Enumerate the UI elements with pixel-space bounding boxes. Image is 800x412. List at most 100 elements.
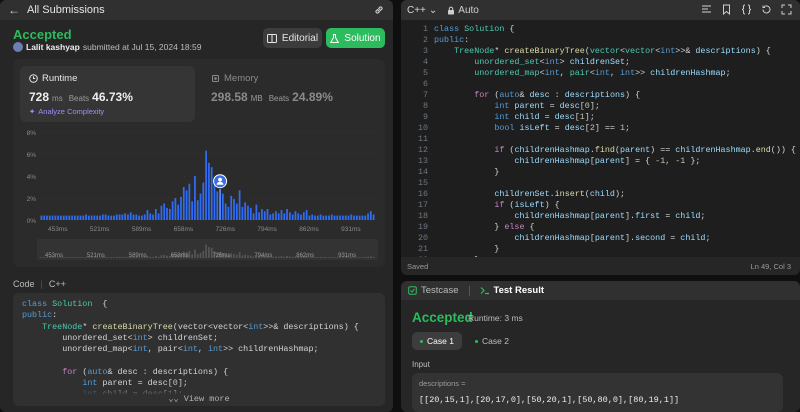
line-number: 17 bbox=[417, 200, 428, 210]
brush-bar bbox=[328, 257, 330, 258]
x-tick-label: 726ms bbox=[216, 226, 236, 233]
brush-bar bbox=[154, 255, 157, 258]
histogram-bar bbox=[311, 214, 314, 220]
histogram-bar bbox=[152, 214, 154, 220]
histogram-bar bbox=[143, 214, 146, 220]
brush-bar bbox=[241, 255, 244, 258]
brush-bar bbox=[82, 257, 85, 258]
histogram-bar bbox=[305, 210, 308, 220]
line-number: 10 bbox=[417, 123, 428, 133]
brush-bar bbox=[202, 250, 205, 258]
x-tick-label: 658ms bbox=[174, 226, 194, 233]
brush-bar bbox=[157, 256, 160, 258]
case-2-tab[interactable]: Case 2 bbox=[467, 332, 517, 350]
brush-bar bbox=[247, 255, 249, 258]
case-1-tab[interactable]: Case 1 bbox=[412, 332, 462, 350]
back-arrow-icon[interactable]: ← bbox=[8, 3, 20, 17]
code-line: } else { bbox=[434, 222, 535, 232]
author-name[interactable]: Lalit kashyap bbox=[26, 42, 80, 52]
histogram-bar bbox=[177, 204, 180, 220]
histogram-bar bbox=[233, 199, 235, 220]
line-number: 3 bbox=[422, 46, 428, 56]
histogram-bar bbox=[294, 211, 297, 220]
editorial-button[interactable]: Editorial bbox=[263, 28, 322, 48]
test-panel: Testcase Test Result Accepted Runtime: 3… bbox=[401, 281, 800, 412]
brush-bar bbox=[110, 257, 113, 258]
brush-bar bbox=[291, 256, 294, 258]
histogram-bar bbox=[199, 193, 202, 220]
histogram-bar bbox=[62, 215, 65, 220]
reset-icon[interactable] bbox=[761, 4, 772, 15]
all-submissions-link[interactable]: All Submissions bbox=[27, 4, 105, 16]
histogram-bar bbox=[280, 210, 283, 220]
histogram-bar bbox=[113, 215, 115, 220]
histogram-bar bbox=[288, 212, 291, 220]
histogram-bar bbox=[99, 215, 101, 220]
code-tab[interactable]: Code bbox=[13, 279, 35, 289]
avatar[interactable] bbox=[13, 42, 23, 52]
view-more-label: View more bbox=[183, 394, 230, 404]
submission-author-line: Lalit kashyap submitted at Jul 15, 2024 … bbox=[13, 42, 201, 52]
code-line: public: bbox=[434, 35, 470, 45]
brush-bar bbox=[361, 257, 364, 258]
y-tick-label: 0% bbox=[27, 218, 37, 225]
tab-test-result[interactable]: Test Result bbox=[480, 285, 544, 296]
brush-bar bbox=[316, 257, 319, 258]
test-panel-tabs: Testcase Test Result bbox=[401, 281, 800, 300]
brush-bar bbox=[280, 256, 283, 258]
runtime-unit: ms bbox=[52, 94, 63, 103]
histogram-bar bbox=[283, 213, 286, 220]
brush-bar bbox=[107, 257, 110, 258]
analyze-complexity-link[interactable]: ✦ Analyze Complexity bbox=[29, 107, 104, 116]
input-variable-name: descriptions = bbox=[419, 379, 466, 388]
histogram-bar bbox=[196, 200, 199, 220]
brush-bar bbox=[314, 257, 316, 258]
runtime-distribution-chart[interactable]: 8% 6% 4% 2% 0% 453ms 521ms 589ms 658ms 726ms 794ms… bbox=[20, 128, 380, 262]
language-select[interactable]: C++ ⌄ bbox=[407, 5, 437, 16]
brush-bar bbox=[124, 256, 127, 258]
language-tab[interactable]: C++ bbox=[49, 279, 66, 289]
memory-label[interactable]: Memory bbox=[211, 73, 258, 84]
solution-button[interactable]: Solution bbox=[326, 28, 385, 48]
code-line: bool isLeft = desc[2] == 1; bbox=[494, 123, 631, 133]
y-tick-label: 6% bbox=[27, 152, 37, 159]
code-line: TreeNode* createBinaryTree(vector<vector… bbox=[454, 46, 771, 56]
code-line: if (isLeft) { bbox=[494, 200, 560, 210]
chip-icon bbox=[212, 75, 219, 82]
code-line: childrenHashmap[parent] = { -1, -1 }; bbox=[514, 156, 701, 166]
histogram-bar bbox=[367, 213, 369, 220]
histogram-bar bbox=[358, 215, 361, 220]
tab-testcase[interactable]: Testcase bbox=[408, 285, 459, 296]
format-code-icon[interactable] bbox=[701, 4, 712, 15]
brush-bar bbox=[244, 254, 247, 258]
brush-bar bbox=[146, 256, 149, 258]
fullscreen-icon[interactable] bbox=[781, 4, 792, 15]
line-number: 21 bbox=[417, 244, 428, 254]
auto-mode-toggle[interactable]: Auto bbox=[447, 5, 479, 16]
view-more-button[interactable]: ⌄⌄ View more bbox=[13, 388, 385, 406]
y-tick-label: 4% bbox=[27, 174, 37, 181]
code-line: childrenHashmap[parent].first = child; bbox=[514, 211, 706, 221]
submission-status: Accepted bbox=[13, 27, 72, 42]
saved-status: Saved bbox=[407, 262, 429, 271]
code-line: childrenSet.insert(child); bbox=[494, 189, 626, 199]
editor-toolbar-icons bbox=[701, 4, 792, 15]
code-editor: C++ ⌄ Auto 1 class Solution {2 public: 3 Tr… bbox=[401, 0, 800, 275]
brush-bar bbox=[322, 257, 325, 258]
histogram-bar bbox=[216, 191, 219, 220]
brush-bar bbox=[205, 244, 207, 258]
histogram-bar bbox=[149, 213, 152, 220]
bookmark-icon[interactable] bbox=[721, 4, 732, 15]
brush-bar bbox=[286, 255, 288, 258]
brush-bar bbox=[65, 257, 68, 258]
editor-status-bar: Saved Ln 49, Col 3 bbox=[401, 257, 800, 275]
histogram-bar bbox=[129, 212, 132, 220]
histogram-bar bbox=[43, 215, 46, 220]
braces-icon[interactable] bbox=[741, 4, 752, 15]
brush-bar bbox=[115, 256, 118, 258]
histogram-bar bbox=[90, 215, 93, 220]
x-tick-label: 862ms bbox=[299, 226, 319, 233]
submission-header: ← All Submissions bbox=[0, 0, 393, 20]
share-link-icon[interactable] bbox=[373, 4, 385, 16]
code-line: unordered_set<int> childrenSet; bbox=[22, 332, 219, 343]
